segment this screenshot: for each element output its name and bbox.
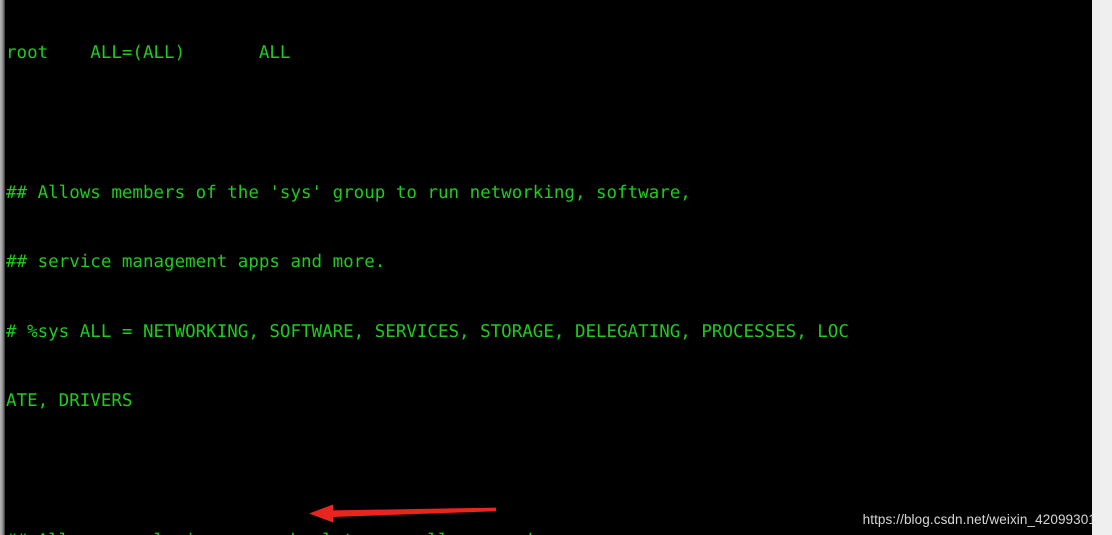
csdn-watermark: https://blog.csdn.net/weixin_42099301 xyxy=(862,512,1096,527)
terminal-text-buffer[interactable]: root ALL=(ALL) ALL ## Allows members of … xyxy=(6,0,849,535)
terminal-left-gutter[interactable] xyxy=(0,0,5,535)
terminal-line: ## service management apps and more. xyxy=(6,252,386,273)
terminal-line: ## Allows people in group wheel to run a… xyxy=(6,530,849,535)
terminal-line: # %sys ALL = NETWORKING, SOFTWARE, SERVI… xyxy=(6,321,849,342)
screenshot-root: root ALL=(ALL) ALL ## Allows members of … xyxy=(0,0,1112,535)
terminal-window[interactable]: root ALL=(ALL) ALL ## Allows members of … xyxy=(0,0,1092,535)
terminal-line: root ALL=(ALL) ALL xyxy=(6,43,291,64)
terminal-line: ATE, DRIVERS xyxy=(6,391,133,412)
terminal-line: ## Allows members of the 'sys' group to … xyxy=(6,182,691,203)
